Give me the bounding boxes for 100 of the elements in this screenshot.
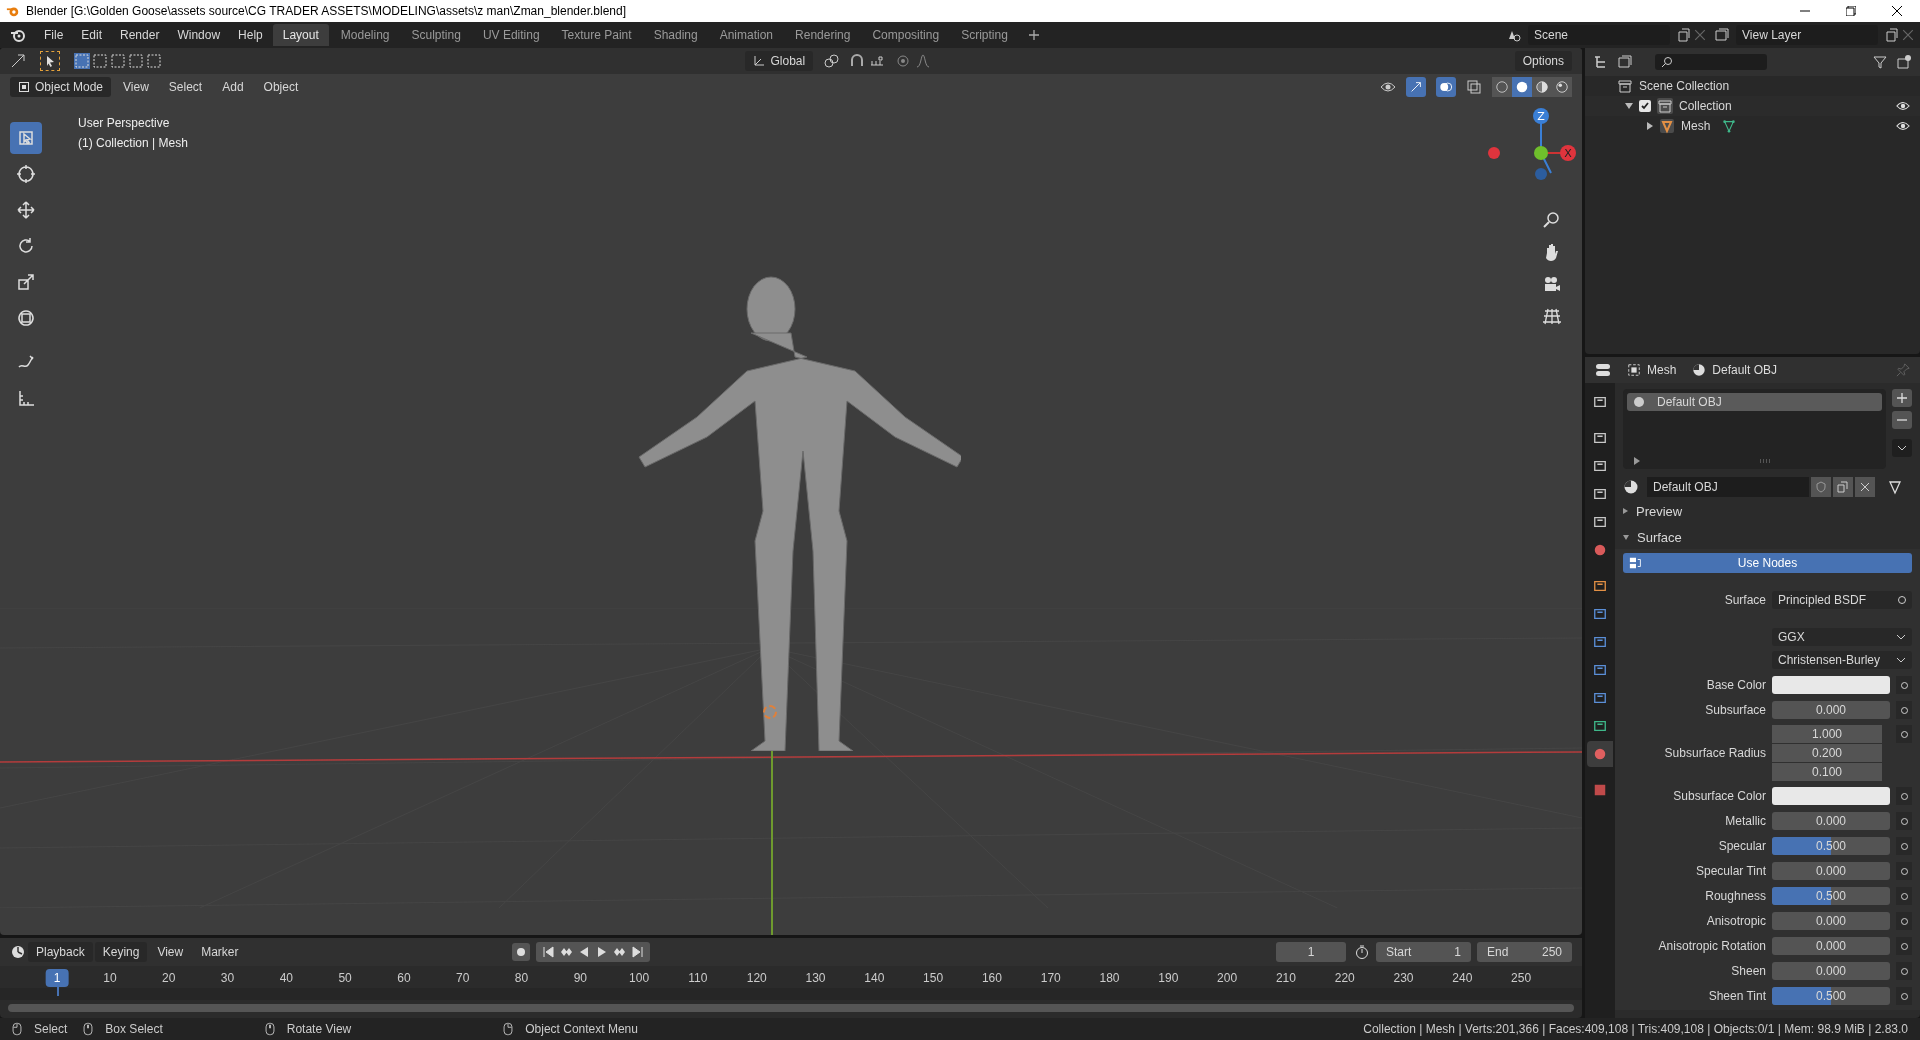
number-field[interactable]: 0.000	[1772, 912, 1890, 930]
socket-button[interactable]	[1896, 725, 1912, 743]
number-field[interactable]: 0.000	[1772, 962, 1890, 980]
number-field[interactable]: 0.000	[1772, 862, 1890, 880]
orientation-dropdown[interactable]: Global	[745, 51, 814, 71]
socket-button[interactable]	[1896, 701, 1912, 719]
snap-increment-icon[interactable]	[869, 53, 886, 69]
add-slot-button[interactable]	[1892, 389, 1912, 407]
magnet-icon[interactable]	[849, 53, 866, 69]
blender-logo-icon[interactable]	[10, 27, 26, 43]
color-swatch[interactable]	[1772, 676, 1890, 694]
close-icon[interactable]	[1902, 29, 1914, 41]
pivot-point-icon[interactable]	[823, 53, 840, 69]
dropdown[interactable]: Christensen-Burley	[1772, 651, 1912, 669]
workspace-tab[interactable]: Shading	[643, 24, 708, 46]
shader-dropdown[interactable]: Principled BSDF	[1772, 591, 1912, 609]
select-tool-button[interactable]	[10, 122, 42, 154]
dropdown[interactable]: GGX	[1772, 628, 1912, 646]
rendered-shading-button[interactable]	[1552, 77, 1572, 97]
menu-item[interactable]: Keying	[94, 942, 148, 962]
remove-slot-button[interactable]	[1892, 411, 1912, 429]
options-dropdown[interactable]: Options	[1514, 51, 1572, 71]
expand-arrow-icon[interactable]	[1633, 457, 1641, 465]
number-field[interactable]: 1.000	[1772, 725, 1882, 743]
solid-shading-button[interactable]	[1512, 77, 1532, 97]
unlink-button[interactable]	[1855, 477, 1875, 497]
number-slider[interactable]: 0.500	[1772, 887, 1890, 905]
menu-item[interactable]: Playback	[28, 942, 93, 962]
socket-button[interactable]	[1896, 962, 1912, 980]
selection-mode-icon[interactable]	[92, 53, 108, 69]
active-tool-button[interactable]	[40, 51, 60, 71]
wireframe-shading-button[interactable]	[1492, 77, 1512, 97]
visibility-icon[interactable]	[1380, 79, 1396, 95]
socket-button[interactable]	[1896, 912, 1912, 930]
play-reverse-icon[interactable]	[578, 946, 591, 958]
expand-arrow-icon[interactable]	[1647, 122, 1653, 130]
mesh-data-icon[interactable]	[1887, 479, 1903, 495]
scene-field[interactable]: Scene	[1528, 25, 1670, 45]
next-keyframe-icon[interactable]	[614, 946, 627, 958]
resize-handle-icon[interactable]	[1759, 459, 1771, 463]
socket-button[interactable]	[1896, 837, 1912, 855]
material-shading-button[interactable]	[1532, 77, 1552, 97]
falloff-curve-icon[interactable]	[915, 53, 932, 69]
record-button[interactable]	[512, 943, 531, 961]
material-slot[interactable]: Default OBJ	[1627, 393, 1882, 411]
workspace-tab[interactable]: Layout	[272, 24, 329, 46]
menu-item[interactable]: Add	[214, 77, 252, 97]
number-field[interactable]: 0.000	[1772, 937, 1890, 955]
camera-icon[interactable]	[1542, 274, 1562, 294]
current-frame-field[interactable]: 1	[1276, 942, 1346, 962]
grid-icon[interactable]	[1542, 306, 1562, 326]
menu-item[interactable]: Window	[169, 25, 229, 45]
workspace-tab[interactable]: Sculpting	[401, 24, 471, 46]
transform-pivot-icon[interactable]	[10, 53, 26, 69]
workspace-tab[interactable]: Modeling	[330, 24, 400, 46]
jump-end-icon[interactable]	[632, 946, 645, 958]
copy-icon[interactable]	[1884, 27, 1900, 43]
close-icon[interactable]	[1694, 29, 1706, 41]
visibility-icon[interactable]	[1896, 119, 1910, 133]
outliner-item[interactable]: Mesh	[1681, 119, 1711, 133]
visibility-icon[interactable]	[1896, 99, 1910, 113]
editor-type-icon[interactable]	[10, 944, 26, 960]
jump-start-icon[interactable]	[542, 946, 555, 958]
menu-item[interactable]: View	[115, 77, 157, 97]
panel-header[interactable]: Surface	[1623, 525, 1912, 549]
socket-button[interactable]	[1896, 937, 1912, 955]
filter-icon[interactable]	[1872, 54, 1888, 70]
socket-button[interactable]	[1896, 676, 1912, 694]
workspace-tab[interactable]: Compositing	[862, 24, 950, 46]
workspace-tab[interactable]: Rendering	[785, 24, 861, 46]
workspace-tab[interactable]: UV Editing	[472, 24, 550, 46]
selection-mode-icon[interactable]	[110, 53, 126, 69]
editor-type-icon[interactable]	[1595, 362, 1611, 378]
new-collection-icon[interactable]	[1896, 54, 1912, 70]
workspace-tab[interactable]: Scripting	[951, 24, 1018, 46]
scrollbar[interactable]	[8, 1004, 1574, 1012]
material-tab[interactable]	[1587, 741, 1613, 767]
material-browse-icon[interactable]	[1623, 479, 1639, 495]
view-layer-field[interactable]: View Layer	[1736, 25, 1878, 45]
expand-arrow-icon[interactable]	[1625, 103, 1633, 109]
material-name-field[interactable]: Default OBJ	[1647, 477, 1809, 497]
menu-item[interactable]: View	[149, 942, 192, 962]
exclude-checkbox[interactable]	[1639, 100, 1651, 112]
proportional-edit-icon[interactable]	[895, 53, 912, 69]
number-slider[interactable]: 0.500	[1772, 987, 1890, 1005]
menu-item[interactable]: Help	[230, 25, 271, 45]
zoom-icon[interactable]	[1542, 210, 1562, 230]
number-field[interactable]: 0.000	[1772, 701, 1890, 719]
mode-dropdown[interactable]: Object Mode	[10, 77, 112, 97]
stopwatch-icon[interactable]	[1354, 944, 1370, 960]
socket-button[interactable]	[1896, 987, 1912, 1005]
previous-keyframe-icon[interactable]	[560, 946, 573, 958]
color-swatch[interactable]	[1772, 787, 1890, 805]
copy-icon[interactable]	[1676, 27, 1692, 43]
socket-button[interactable]	[1896, 887, 1912, 905]
workspace-tab[interactable]: Animation	[709, 24, 784, 46]
number-field[interactable]: 0.100	[1772, 763, 1882, 781]
number-field[interactable]: 0.000	[1772, 812, 1890, 830]
selection-mode-icon[interactable]	[128, 53, 144, 69]
menu-item[interactable]: Render	[112, 25, 168, 45]
